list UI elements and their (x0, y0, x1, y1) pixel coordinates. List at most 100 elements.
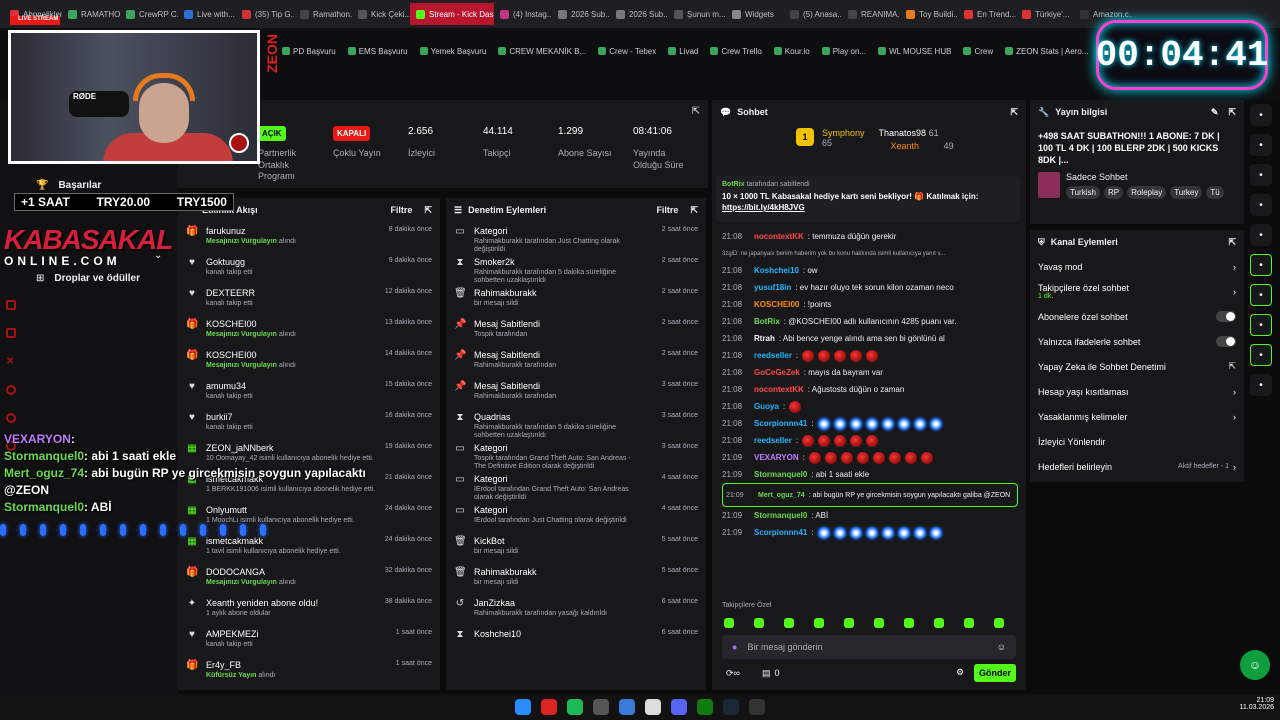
browser-tab[interactable]: Şunun m... (668, 3, 726, 25)
chat-message[interactable]: 21:08 GoCeGeZek: mayıs da bayram var (722, 364, 1018, 381)
edit-icon[interactable]: ✎ (1211, 107, 1219, 118)
chat-message[interactable]: 21:08 BotRix: @KOSCHEI00 adlı kullanıcını… (722, 313, 1018, 330)
opera-icon[interactable] (541, 699, 557, 715)
category-name[interactable]: Sadece Sohbet (1066, 172, 1224, 182)
chat-message[interactable]: 21:08 Scorpionnn41: (722, 415, 1018, 432)
activity-row[interactable]: ♥ AMPEKMEZi kanalı takip etti 1 saat önce (178, 625, 440, 656)
activity-row[interactable]: 🎁 farukunuz Mesajınızı Vurgulayın alındı 8 … (178, 222, 440, 253)
chevron-right-icon[interactable]: › (1233, 412, 1236, 422)
browser-tab[interactable]: Widgets (726, 3, 784, 25)
bookmark[interactable]: Kour.io (773, 47, 810, 56)
moderation-row[interactable]: 📌 Mesaj Sabitlendi Rahimakburakk tarafında… (446, 377, 706, 408)
moderation-row[interactable]: ⧗ Koshchei10 6 saat önce (446, 625, 706, 656)
browser-tab[interactable]: 2026 Sub... (552, 3, 610, 25)
chat-username[interactable]: Koshchei10 (754, 266, 799, 275)
activity-row[interactable]: ♥ DEXTEERR kanalı takip etti 12 dakika önce (178, 284, 440, 315)
emote-icon[interactable] (844, 618, 854, 628)
browser-tab[interactable]: Türkiye'... (1016, 3, 1074, 25)
chat-username[interactable]: KOSCHEI00 (754, 300, 799, 309)
browser-tab[interactable]: REANIMA... (842, 3, 900, 25)
emote-icon[interactable] (754, 618, 764, 628)
activity-row[interactable]: ♥ Goktuugg kanalı takip etti 9 dakika önce (178, 253, 440, 284)
tag-pill[interactable]: RP (1103, 186, 1124, 200)
toggle-switch[interactable] (1216, 311, 1236, 322)
emote-icon[interactable] (784, 618, 794, 628)
tag-pill[interactable]: Tü (1206, 186, 1224, 200)
chevron-right-icon[interactable]: › (1233, 287, 1236, 297)
channel-action-item[interactable]: Yapay Zeka ile Sohbet Denetimi ⇱ (1030, 354, 1244, 379)
popout-icon[interactable]: ⇱ (424, 205, 432, 216)
emote-icon[interactable] (874, 618, 884, 628)
tag-pill[interactable]: Turkey (1170, 186, 1203, 200)
points-icon[interactable]: ⟳∞ (726, 668, 740, 679)
chat-username[interactable]: VEXARYON (754, 453, 799, 462)
chat-message[interactable]: 3zgiD: ne japanyası benim haberim yok bu… (722, 245, 1018, 262)
sidebar-item-achievements[interactable]: 🏆 Başarılar (36, 180, 101, 191)
activity-row[interactable]: ▦ ismetcakmakk 1 tavil isimli kullanıcıya … (178, 532, 440, 563)
chat-message[interactable]: 21:09 Stormanquel0: ABİ (722, 507, 1018, 524)
support-chat-button[interactable]: ☺ (1240, 650, 1270, 680)
filter-button[interactable]: Filtre (390, 205, 412, 215)
browser-tab[interactable]: (5) Anasa... (784, 3, 842, 25)
popout-icon[interactable]: ⇱ (1010, 107, 1018, 118)
activity-row[interactable]: 🎁 KOSCHEI00 Mesajınızı Vurgulayın alındı 14… (178, 346, 440, 377)
windows-icon[interactable] (515, 699, 531, 715)
card-icon[interactable]: • (1250, 284, 1272, 306)
browser-tab[interactable]: Kick Çeki... (352, 3, 410, 25)
bookmark[interactable]: ZEON Stats | Aero... (1005, 47, 1088, 56)
chat-message[interactable]: 21:08 Koshchei10: ow (722, 262, 1018, 279)
bookmark[interactable]: Livad (668, 47, 698, 56)
emote-icon[interactable] (724, 618, 734, 628)
chat-username[interactable]: yusuf18in (754, 283, 791, 292)
moderation-row[interactable]: ⧗ Quadrias Rahimakburakk tarafından 5 daki… (446, 408, 706, 439)
edit-icon[interactable]: • (1250, 134, 1272, 156)
pinned-message[interactable]: BotRix tarafından sabitlendi 10 × 1000 T… (716, 176, 1020, 222)
chat-icon[interactable] (6, 300, 16, 310)
tag-pill[interactable]: Turkish (1066, 186, 1100, 200)
moderation-row[interactable]: 📌 Mesaj Sabitlendi Rahimakburakk tarafında… (446, 346, 706, 377)
chart-icon[interactable]: • (1250, 254, 1272, 276)
chat-username[interactable]: Guoya (754, 402, 779, 411)
users-icon[interactable]: • (1250, 374, 1272, 396)
browser-tab[interactable]: Ramathon... (294, 3, 352, 25)
bookmark[interactable]: EMS Başvuru (347, 47, 408, 56)
popout-icon[interactable]: ⇱ (692, 106, 700, 117)
external-link-icon[interactable]: ⇱ (1228, 361, 1236, 372)
moderation-row[interactable]: ⧗ Smoker2k Rahimakburakk tarafından 5 daki… (446, 253, 706, 284)
moderation-row[interactable]: ▭ Kategori Rahimakburakk tarafından Just C… (446, 222, 706, 253)
category-thumbnail[interactable] (1038, 172, 1060, 199)
chevron-right-icon[interactable]: › (1233, 462, 1236, 472)
moderation-row[interactable]: 📌 Mesaj Sabitlendi Tospik tarafından 2 saat… (446, 315, 706, 346)
wrench-icon[interactable]: • (1250, 344, 1272, 366)
emote-icon[interactable] (814, 618, 824, 628)
browser-tab[interactable]: En Trend... (958, 3, 1016, 25)
obs-icon[interactable] (593, 699, 609, 715)
popout-icon[interactable]: ⇱ (1228, 237, 1236, 248)
sidebar-item-drops[interactable]: ⊞ Droplar ve ödüller (36, 273, 140, 284)
channel-action-item[interactable]: Hesap yaşı kısıtlaması › (1030, 379, 1244, 404)
mail-icon[interactable] (6, 328, 16, 338)
emoji-icon[interactable]: ☺ (997, 642, 1006, 652)
channel-action-item[interactable]: Yasaklanmış kelimeler › (1030, 404, 1244, 429)
chevron-right-icon[interactable]: › (1233, 387, 1236, 397)
popout-icon[interactable]: ⇱ (1228, 107, 1236, 118)
chrome-icon[interactable] (645, 699, 661, 715)
activity-row[interactable]: 🎁 KOSCHEI00 Mesajınızı Vurgulayın alındı 13… (178, 315, 440, 346)
chat-message[interactable]: 21:09 Mert_oguz_74: abi bugün RP ye girce… (722, 483, 1018, 507)
steam-icon[interactable] (723, 699, 739, 715)
discord-icon[interactable] (671, 699, 687, 715)
activity-row[interactable]: 🎁 Er4y_FB Küfürsüz Yayın alındı 1 saat önce (178, 656, 440, 687)
bookmark[interactable]: Play on... (821, 47, 866, 56)
filter-button[interactable]: Filtre (656, 205, 678, 215)
link-icon[interactable] (6, 413, 16, 423)
chat-username[interactable]: BotRix (754, 317, 780, 326)
wave-icon[interactable]: • (1250, 224, 1272, 246)
moderation-row[interactable]: ↺ JanZizkaa Rahimakburakk tarafından yasağ… (446, 594, 706, 625)
browser-tab[interactable]: Stream - Kick Dashb... (410, 3, 494, 25)
pinned-link[interactable]: https://bit.ly/4kH8JVG (722, 203, 1014, 212)
bookmark[interactable]: Yemek Başvuru (419, 47, 486, 56)
moderation-row[interactable]: 🗑 Rahimakburakk bir mesajı sildi 2 saat önc… (446, 284, 706, 315)
bookmark[interactable]: CREW MEKANİK B... (498, 47, 586, 56)
moderation-row[interactable]: ▭ Kategori IErdool tarafından Just Chattin… (446, 501, 706, 532)
chat-username[interactable]: nocontextKK (754, 232, 804, 241)
